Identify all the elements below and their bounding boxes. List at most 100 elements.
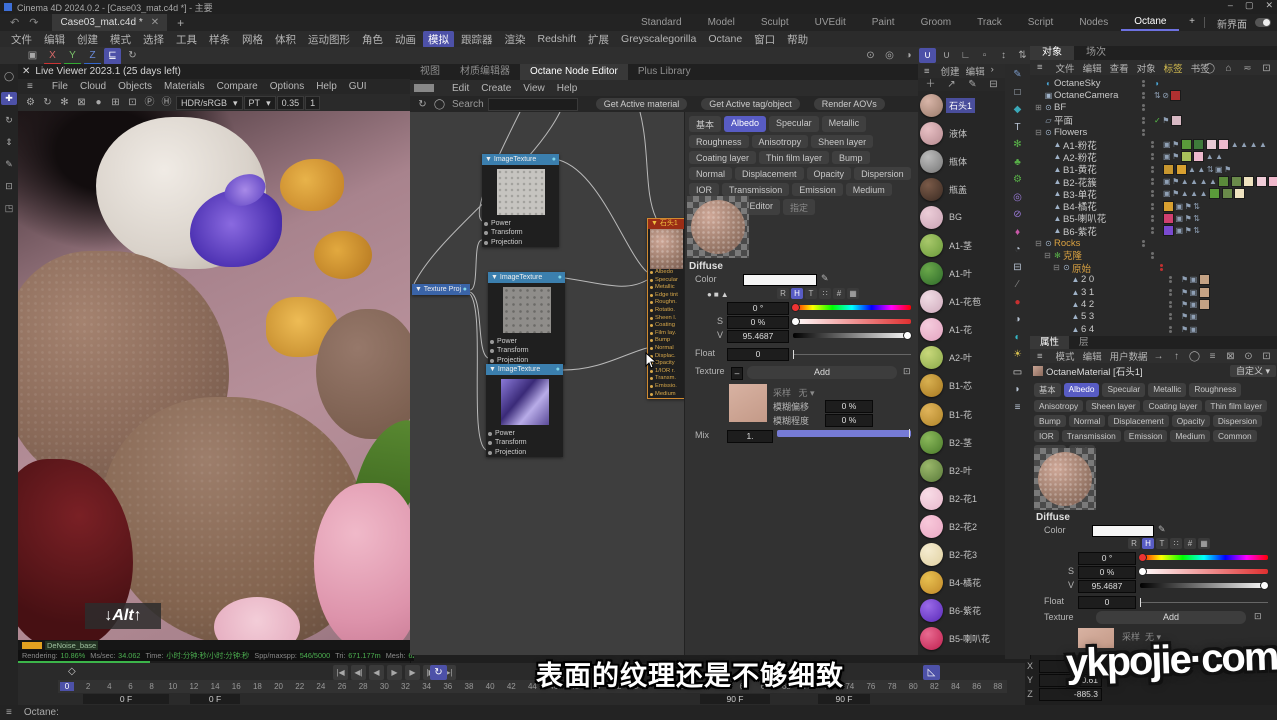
node-input-port[interactable]: Transform <box>486 438 563 447</box>
undo-icon[interactable]: ↶ <box>10 16 19 29</box>
object-menu-item[interactable]: 编辑 <box>1079 61 1106 75</box>
material-input-port[interactable]: Sheen l. <box>648 315 684 323</box>
frame-tick[interactable]: 28 <box>356 682 370 691</box>
object-name[interactable]: 4 2 <box>1081 299 1169 310</box>
object-row[interactable]: ▲A1-粉花▣⚑▲▲▲▲ <box>1030 138 1277 150</box>
material-item[interactable]: 石头1 <box>918 91 1005 119</box>
panel-tab[interactable]: 视图 <box>410 64 450 80</box>
cube-icon[interactable]: □ <box>1009 86 1027 99</box>
texture-dropdown[interactable]: – <box>731 367 743 380</box>
material-item[interactable]: B2-叶 <box>918 456 1005 484</box>
material-chip[interactable] <box>1222 188 1233 199</box>
delete-icon[interactable]: ⊟ <box>985 77 1002 92</box>
record-icon[interactable]: ● <box>1009 296 1027 309</box>
material-channel-tab[interactable]: Bump <box>1034 415 1066 427</box>
material-channel-tab[interactable]: Albedo <box>724 116 766 132</box>
document-tab[interactable]: Case03_mat.c4d * ✕ <box>52 14 167 31</box>
octane-tag-icon[interactable]: ▣ <box>1190 288 1198 297</box>
search-input[interactable] <box>488 98 578 111</box>
material-channel-tab[interactable]: Specular <box>1102 383 1145 397</box>
pick-material-icon[interactable]: Ⓗ <box>158 95 175 110</box>
frame-tick[interactable]: 6 <box>123 682 137 691</box>
coord-system-icon[interactable]: ↻ <box>124 48 141 65</box>
node-graph-canvas[interactable]: ▼ Texture Proj● ▼ ImageTexture● PowerTra… <box>410 112 684 655</box>
visibility-dots[interactable] <box>1151 215 1163 222</box>
slash-icon[interactable]: ∕ <box>1009 278 1027 291</box>
material-input-port[interactable]: Film lay. <box>648 330 684 338</box>
hamburger-icon[interactable]: ≡ <box>6 707 12 718</box>
material-item[interactable]: B4-橘花 <box>918 569 1005 597</box>
workspace-tab[interactable]: Groom <box>908 15 965 30</box>
material-item[interactable]: 液体 <box>918 119 1005 147</box>
plane-icon[interactable]: ▫ <box>976 48 993 63</box>
tag-icon[interactable]: ▲ <box>1215 152 1223 161</box>
material-chip[interactable] <box>1193 139 1204 150</box>
tag-icon[interactable]: ⇅ <box>1207 165 1214 174</box>
exposure-field[interactable]: 0.35 <box>277 96 305 110</box>
object-name[interactable]: 5 3 <box>1081 311 1169 322</box>
render-settings-icon[interactable]: ◑ <box>900 48 917 63</box>
object-row[interactable]: ▲B5-喇叭花▣⚑⇅ <box>1030 212 1277 224</box>
clock-icon[interactable]: ◔ <box>1009 243 1027 256</box>
material-channel-tab[interactable]: Coating layer <box>689 151 756 164</box>
live-viewer-menu-item[interactable]: Options <box>264 81 310 92</box>
menu-item[interactable]: 文件 <box>6 31 37 48</box>
live-viewer-menu-item[interactable]: File <box>46 81 74 92</box>
material-chip[interactable] <box>1176 164 1187 175</box>
texture-thumb[interactable] <box>729 384 767 422</box>
back-icon[interactable]: ← <box>1132 349 1149 364</box>
object-menu-item[interactable]: 查看 <box>1106 61 1133 75</box>
tag-icon[interactable]: ▲ <box>1190 189 1198 198</box>
object-name[interactable]: BF <box>1054 102 1142 113</box>
float-slider[interactable] <box>1140 602 1268 603</box>
material-item[interactable]: B2-茎 <box>918 428 1005 456</box>
protection-tag-icon[interactable]: ⇅ <box>1154 91 1161 100</box>
visibility-dots[interactable] <box>1142 117 1154 124</box>
expand-toggle-icon[interactable]: ⊟ <box>1034 239 1043 248</box>
scale-tool-icon[interactable]: ⇕ <box>1 136 17 149</box>
constraint-icon[interactable]: ⊘ <box>1009 208 1027 221</box>
tag-icon[interactable]: ⇅ <box>1193 214 1200 223</box>
home-icon[interactable]: ⌂ <box>1220 61 1237 76</box>
tag-icon[interactable]: ▲ <box>1240 140 1248 149</box>
node-input-port[interactable]: Power <box>488 337 565 346</box>
live-viewer-menu-item[interactable]: Objects <box>112 81 158 92</box>
object-name[interactable]: B6-紫花 <box>1063 224 1151 238</box>
material-chip[interactable] <box>1199 299 1210 310</box>
panel-tab[interactable]: 层 <box>1069 336 1099 349</box>
material-chip[interactable] <box>1199 274 1210 285</box>
octane-tag-icon[interactable]: ▣ <box>1190 325 1198 334</box>
hamburger-icon[interactable]: ≡ <box>21 81 39 92</box>
hamburger-icon[interactable]: ≡ <box>1033 62 1047 73</box>
phong-tag-icon[interactable]: ⚑ <box>1224 165 1231 174</box>
eyedropper-icon[interactable]: ✎ <box>821 273 829 284</box>
material-channel-tab[interactable]: Dispersion <box>1213 415 1262 427</box>
expand-toggle-icon[interactable]: ⊟ <box>1034 128 1043 137</box>
material-channel-tab[interactable]: Medium <box>1170 430 1210 442</box>
frame-tick[interactable]: 18 <box>250 682 264 691</box>
workspace-tab[interactable]: Standard <box>628 15 695 30</box>
move-snap-icon[interactable]: ↕ <box>995 48 1012 63</box>
material-menu-item[interactable]: › <box>988 64 997 78</box>
target-icon[interactable]: ⊙ <box>1240 349 1257 364</box>
phong-tag-icon[interactable]: ⚑ <box>1185 202 1192 211</box>
material-input-port[interactable]: Emissio. <box>648 383 684 391</box>
object-row[interactable]: ⊟⊙原始 <box>1030 261 1277 273</box>
primitive-icon[interactable]: ◆ <box>1009 103 1027 116</box>
axis-tool-icon[interactable]: ◳ <box>1 202 17 215</box>
blur-amount-field[interactable]: 0 % <box>825 414 873 427</box>
image-texture-node-3[interactable]: ▼ ImageTexture● PowerTransformProjection <box>486 364 563 457</box>
object-row[interactable]: ▲4 2⚑▣ <box>1030 298 1277 310</box>
color-mode-button[interactable]: H <box>1142 538 1154 549</box>
frame-tick[interactable]: 24 <box>314 682 328 691</box>
material-chip[interactable] <box>1243 176 1254 187</box>
gamma-field[interactable]: 1 <box>305 96 320 110</box>
workspace-tab[interactable]: UVEdit <box>802 15 859 30</box>
expand-toggle-icon[interactable]: ⊟ <box>1052 263 1061 272</box>
move-tool-icon[interactable]: ✚ <box>1 92 17 105</box>
hamburger-icon[interactable]: ≡ <box>1033 351 1047 362</box>
visibility-dots[interactable] <box>1169 301 1181 308</box>
panel-tab[interactable]: 对象 <box>1030 46 1074 60</box>
object-row[interactable]: ▱平面✓⚑ <box>1030 114 1277 126</box>
panel-icon[interactable]: ⊡ <box>1258 61 1275 76</box>
